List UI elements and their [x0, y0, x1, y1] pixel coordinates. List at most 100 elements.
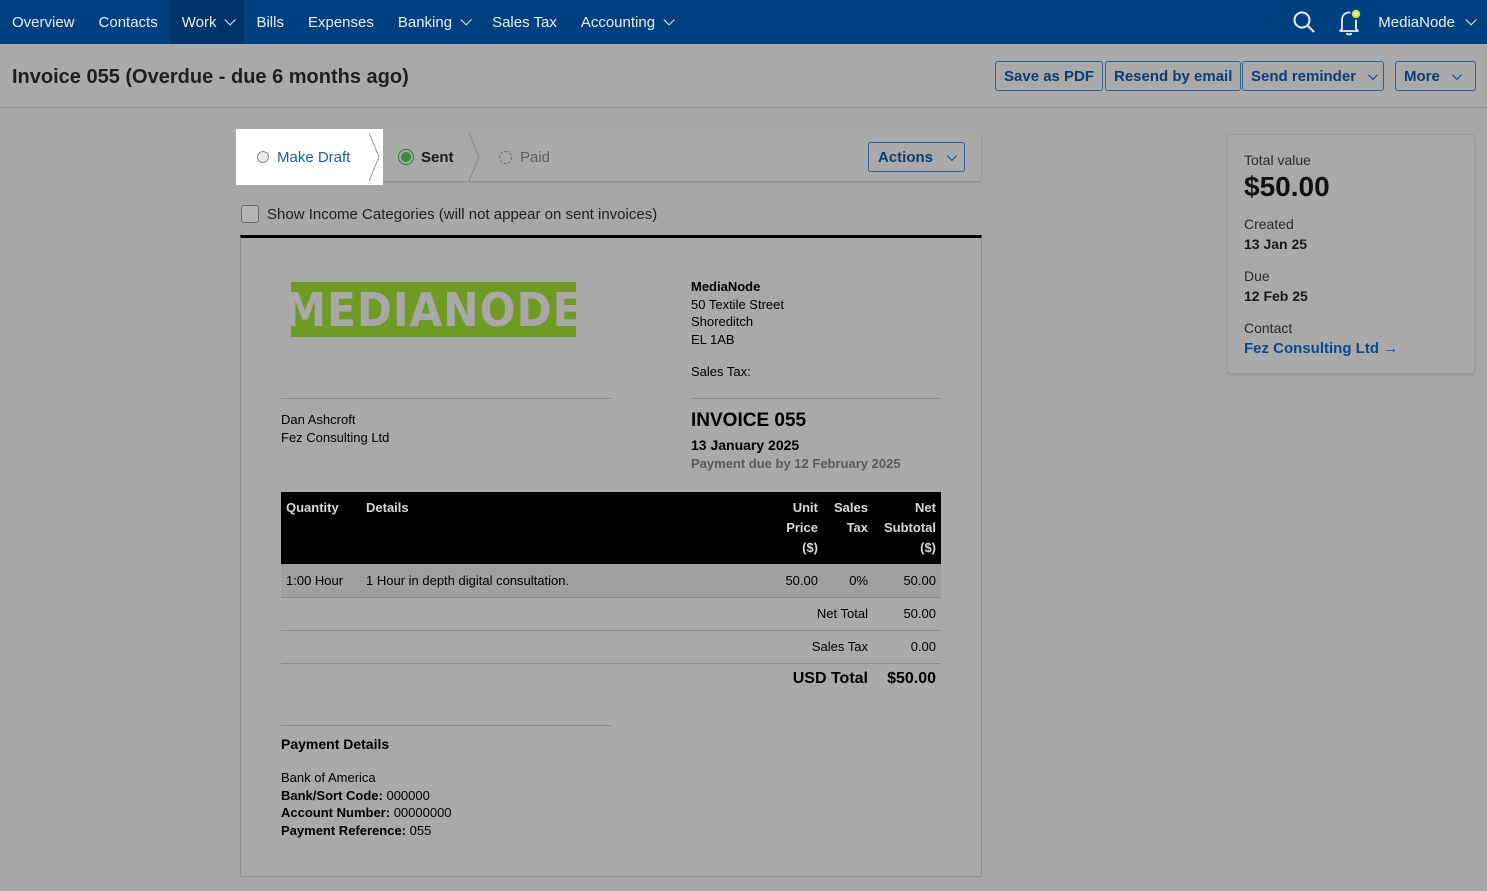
col-details: Details [361, 492, 771, 564]
invoice-summary-card: Total value $50.00 Created 13 Jan 25 Due… [1227, 134, 1475, 374]
payment-reference-label: Payment Reference: [281, 822, 406, 838]
search-icon[interactable] [1282, 0, 1326, 44]
radio-empty-icon [257, 151, 269, 163]
payment-reference-value: 055 [409, 822, 432, 838]
sort-code-value: 000000 [386, 787, 430, 803]
nav-banking[interactable]: Banking [386, 0, 480, 44]
col-unit-price: Unit Price ($) [771, 492, 823, 564]
show-income-categories-label: Show Income Categories (will not appear … [267, 205, 658, 223]
radio-pending-icon [499, 150, 512, 164]
usd-total-value: $50.00 [873, 662, 941, 695]
resend-by-email-button[interactable]: Resend by email [1105, 61, 1242, 91]
row-unit-price: 50.00 [771, 564, 823, 598]
from-name: MediaNode [691, 279, 761, 294]
invoice-payment-due: Payment due by 12 February 2025 [691, 456, 901, 471]
nav-accounting-label: Accounting [580, 13, 656, 31]
logo-text: MEDIANODE [284, 282, 583, 337]
show-income-categories-checkbox[interactable] [241, 205, 259, 223]
chevron-down-icon [946, 150, 957, 161]
page-title: Invoice 055 (Overdue - due 6 months ago) [12, 66, 409, 88]
row-details: 1 Hour in depth digital consultation. [361, 564, 771, 598]
nav-sales-tax[interactable]: Sales Tax [480, 0, 569, 44]
nav-overview[interactable]: Overview [0, 0, 87, 44]
payment-reference-line: Payment Reference: 055 [281, 822, 452, 840]
nav-banking-label: Banking [397, 13, 453, 31]
col-sales-tax-line2: Tax [846, 520, 868, 535]
net-total-row: Net Total 50.00 [281, 597, 941, 631]
actions-label: Actions [878, 148, 934, 166]
to-company: Fez Consulting Ltd [281, 429, 390, 445]
actions-button[interactable]: Actions [868, 142, 965, 172]
account-name: MediaNode [1378, 13, 1455, 31]
paid-step: Paid [499, 133, 550, 181]
nav-bills-label: Bills [256, 13, 284, 31]
divider [281, 725, 611, 726]
top-navigation: Overview Contacts Work Bills Expenses Ba… [0, 0, 1487, 44]
contact-label: Contact [1244, 320, 1293, 336]
from-postcode: EL 1AB [691, 331, 735, 347]
more-button[interactable]: More [1395, 61, 1476, 91]
account-number-line: Account Number: 00000000 [281, 804, 452, 822]
from-address-line1: 50 Textile Street [691, 296, 784, 312]
nav-expenses-label: Expenses [307, 13, 374, 31]
chevron-down-icon [663, 14, 675, 26]
sort-code-line: Bank/Sort Code: 000000 [281, 787, 452, 805]
more-label: More [1404, 67, 1440, 85]
nav-expenses[interactable]: Expenses [296, 0, 386, 44]
account-menu[interactable]: MediaNode [1378, 14, 1487, 31]
sales-tax-total-value: 0.00 [873, 630, 941, 664]
chevron-down-icon [224, 14, 237, 26]
row-quantity: 1:00 Hour [281, 564, 361, 598]
usd-total-label: USD Total [281, 662, 873, 695]
make-draft-label: Make Draft [277, 148, 351, 166]
step-arrow-icon [468, 133, 480, 181]
chevron-down-icon [460, 14, 472, 26]
col-net-subtotal-line2: Subtotal [884, 520, 936, 535]
chevron-down-icon [1451, 69, 1462, 80]
sales-tax-total-label: Sales Tax [281, 630, 873, 664]
created-label: Created [1244, 216, 1294, 232]
invoice-date: 13 January 2025 [691, 437, 800, 453]
contact-link[interactable]: Fez Consulting Ltd → [1244, 340, 1398, 357]
payment-details: Bank of America Bank/Sort Code: 000000 A… [281, 769, 452, 839]
nav-work-label: Work [181, 13, 217, 31]
due-label: Due [1244, 268, 1270, 284]
from-address: MediaNode 50 Textile Street Shoreditch E… [691, 278, 784, 348]
nav-work[interactable]: Work [169, 0, 245, 44]
total-value: $50.00 [1244, 171, 1330, 202]
save-as-pdf-button[interactable]: Save as PDF [995, 61, 1104, 91]
nav-accounting[interactable]: Accounting [569, 0, 683, 44]
bank-name: Bank of America [281, 770, 376, 785]
nav-contacts[interactable]: Contacts [87, 0, 170, 44]
nav-contacts-label: Contacts [98, 13, 158, 31]
divider [691, 398, 941, 399]
sales-tax-number: Sales Tax: [691, 364, 751, 379]
payment-details-title: Payment Details [281, 736, 390, 752]
from-address-line2: Shoreditch [691, 314, 754, 329]
total-value-label: Total value [1244, 152, 1311, 168]
resend-by-email-label: Resend by email [1114, 67, 1233, 85]
nav-bills[interactable]: Bills [244, 0, 296, 44]
row-sales-tax: 0% [823, 564, 873, 598]
col-quantity: Quantity [281, 492, 361, 564]
save-as-pdf-label: Save as PDF [1004, 67, 1095, 85]
send-reminder-button[interactable]: Send reminder [1242, 61, 1385, 91]
table-row: 1:00 Hour 1 Hour in depth digital consul… [281, 564, 941, 598]
col-net-subtotal-line3: ($) [920, 540, 936, 555]
due-value: 12 Feb 25 [1244, 288, 1308, 304]
chevron-down-icon [1465, 14, 1477, 26]
net-total-label: Net Total [281, 597, 873, 631]
usd-total-row: USD Total $50.00 [281, 662, 941, 695]
make-draft-step[interactable]: Make Draft [236, 129, 383, 185]
col-unit-price-line1: Unit [792, 500, 818, 515]
table-header-row: Quantity Details Unit Price ($) Sales Tax N… [281, 492, 941, 564]
nav-sales-tax-label: Sales Tax [492, 13, 557, 31]
radio-selected-icon [398, 149, 414, 165]
sent-label: Sent [421, 148, 454, 166]
col-net-subtotal-line1: Net [915, 500, 936, 515]
step-arrow-icon [369, 133, 380, 181]
invoice-items-table: Quantity Details Unit Price ($) Sales Tax N… [281, 492, 941, 695]
chevron-down-icon [1367, 69, 1378, 80]
sort-code-label: Bank/Sort Code: [281, 787, 383, 803]
bell-icon[interactable] [1330, 0, 1370, 44]
